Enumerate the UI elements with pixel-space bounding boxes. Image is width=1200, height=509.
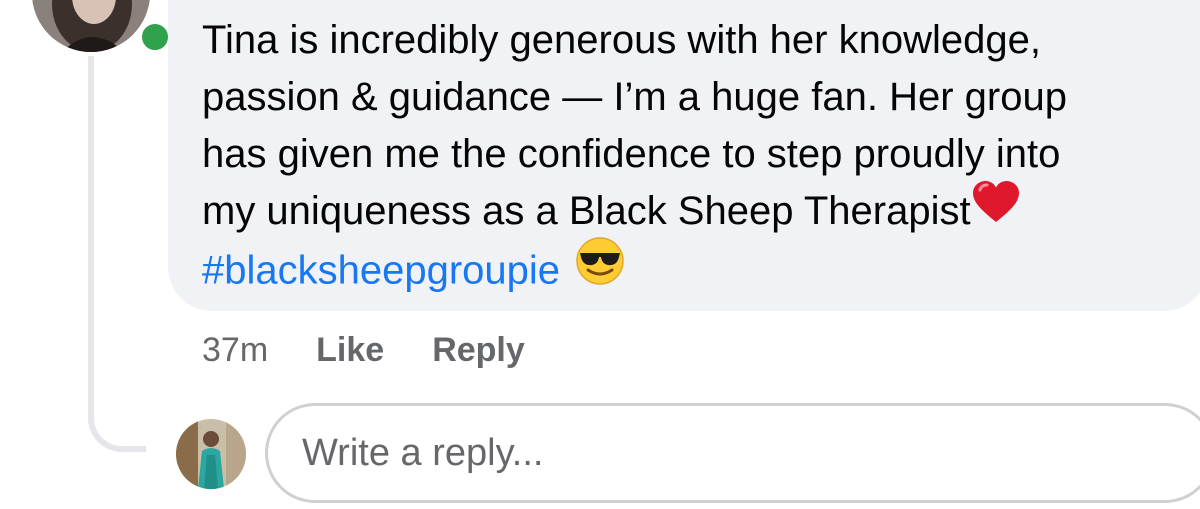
comment-meta-row: 37m Like Reply	[202, 326, 573, 374]
commenter-avatar[interactable]	[32, 0, 150, 52]
reply-button[interactable]: Reply	[432, 331, 525, 370]
like-button[interactable]: Like	[316, 331, 384, 370]
red-heart-icon	[971, 180, 1021, 240]
comment-line-with-heart: my uniqueness as a Black Sheep Therapist	[202, 180, 1200, 240]
comment-thread: Tina is incredibly generous with her kno…	[0, 0, 1200, 509]
hashtag-line: #blacksheepgroupie	[202, 237, 1200, 297]
comment-line: my uniqueness as a Black Sheep Therapist	[202, 189, 971, 233]
current-user-avatar[interactable]	[176, 419, 246, 489]
thread-connector-line	[88, 56, 146, 452]
hashtag-link[interactable]: #blacksheepgroupie	[202, 249, 560, 293]
comment-line: Tina is incredibly generous with her kno…	[202, 18, 1041, 62]
comment-line: passion & guidance — I’m a huge fan. Her…	[202, 75, 1067, 119]
comment-line: has given me the confidence to step prou…	[202, 132, 1061, 176]
comment-bubble: Tina is incredibly generous with her kno…	[168, 0, 1200, 311]
commenter-avatar-container[interactable]	[32, 0, 173, 55]
sunglasses-face-icon	[575, 236, 625, 302]
comment-text: Tina is incredibly generous with her kno…	[202, 12, 1200, 297]
comment-timestamp[interactable]: 37m	[202, 331, 268, 370]
reply-input-field[interactable]: Write a reply...	[265, 403, 1200, 503]
reply-input-placeholder: Write a reply...	[302, 431, 544, 474]
